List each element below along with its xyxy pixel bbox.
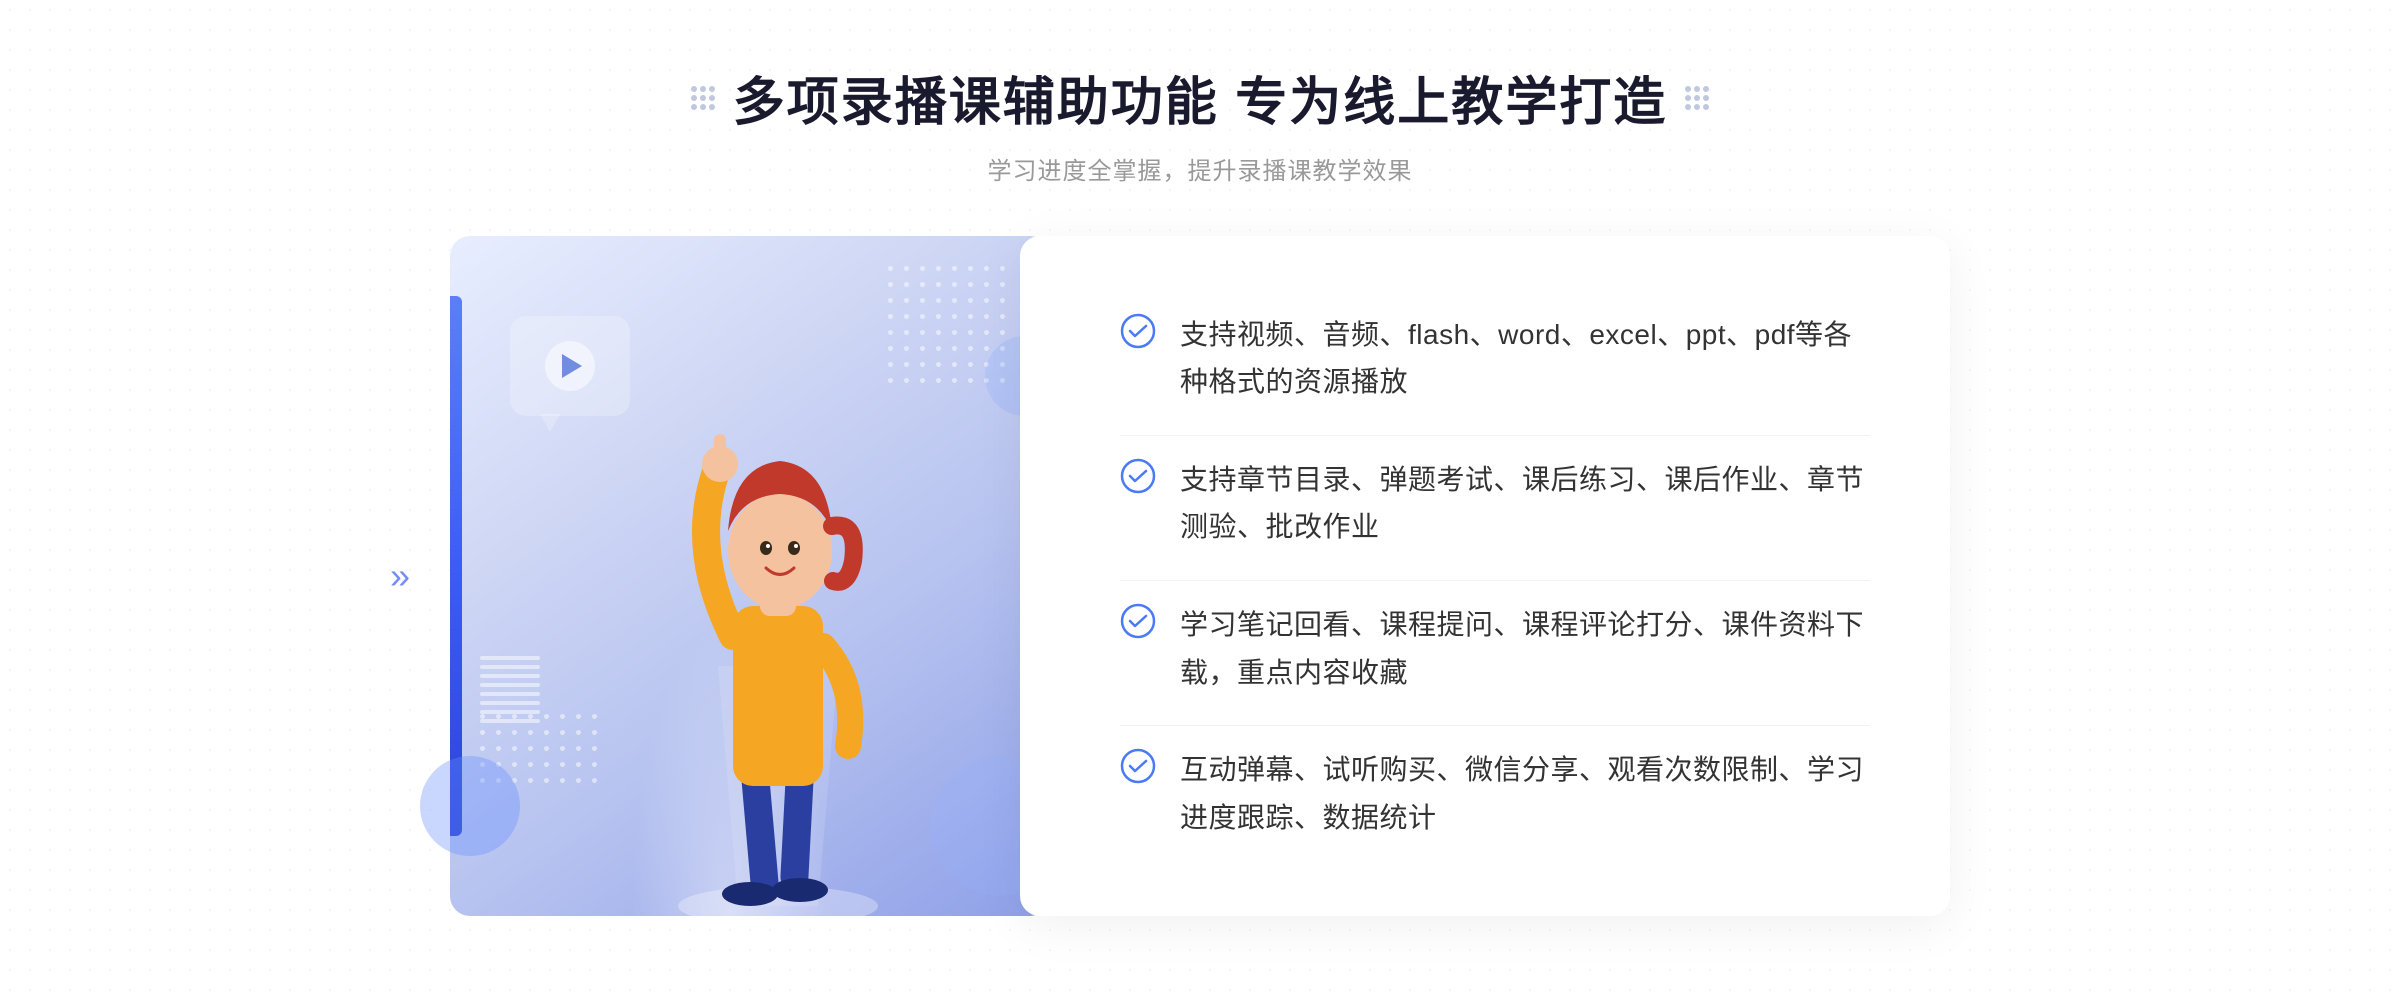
chevron-icon: » (390, 555, 410, 597)
sub-title: 学习进度全掌握，提升录播课教学效果 (691, 151, 1709, 186)
feature-item-2: 支持章节目录、弹题考试、课后练习、课后作业、章节测验、批改作业 (1120, 435, 1870, 571)
feature-item-4: 互动弹幕、试听购买、微信分享、观看次数限制、学习进度跟踪、数据统计 (1120, 725, 1870, 861)
blue-bar (450, 296, 462, 836)
feature-text-2: 支持章节目录、弹题考试、课后练习、课后作业、章节测验、批改作业 (1180, 456, 1870, 551)
figure-container (638, 366, 918, 916)
right-decorative-dots (1685, 86, 1709, 110)
page-wrapper: 多项录播课辅助功能 专为线上教学打造 学习进度全掌握，提升录播课教学效果 » (0, 0, 2400, 996)
feature-text-3: 学习笔记回看、课程提问、课程评论打分、课件资料下载，重点内容收藏 (1180, 601, 1870, 696)
feature-item-1: 支持视频、音频、flash、word、excel、ppt、pdf等各种格式的资源… (1120, 291, 1870, 426)
header-section: 多项录播课辅助功能 专为线上教学打造 学习进度全掌握，提升录播课教学效果 (691, 60, 1709, 186)
feature-item-3: 学习笔记回看、课程提问、课程评论打分、课件资料下载，重点内容收藏 (1120, 580, 1870, 716)
illustration-section: » (450, 236, 1050, 916)
play-icon (545, 341, 595, 391)
check-icon-1 (1120, 313, 1156, 349)
left-decorative-dots (691, 86, 715, 110)
check-icon-2 (1120, 458, 1156, 494)
features-section: 支持视频、音频、flash、word、excel、ppt、pdf等各种格式的资源… (1020, 236, 1950, 916)
stripes-decoration (480, 656, 540, 736)
main-title: 多项录播课辅助功能 专为线上教学打造 (733, 60, 1667, 135)
content-area: » (450, 236, 1950, 916)
feature-text-4: 互动弹幕、试听购买、微信分享、观看次数限制、学习进度跟踪、数据统计 (1180, 746, 1870, 841)
feature-text-1: 支持视频、音频、flash、word、excel、ppt、pdf等各种格式的资源… (1180, 311, 1870, 406)
play-bubble (510, 316, 630, 416)
semi-circle-blue (420, 756, 520, 856)
check-icon-4 (1120, 748, 1156, 784)
title-row: 多项录播课辅助功能 专为线上教学打造 (691, 60, 1709, 135)
play-triangle (562, 354, 582, 378)
person-illustration (638, 366, 918, 916)
left-chevrons: » (390, 555, 410, 597)
check-icon-3 (1120, 603, 1156, 639)
